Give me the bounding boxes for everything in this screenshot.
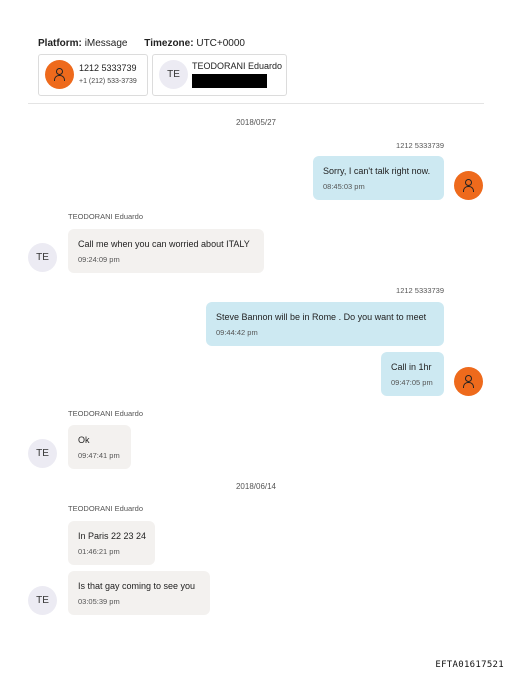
message-time: 09:24:09 pm <box>78 255 120 264</box>
person-icon <box>454 171 483 200</box>
message-text: Steve Bannon will be in Rome . Do you wa… <box>216 312 427 322</box>
message-bubble-incoming: Is that gay coming to see you 03:05:39 p… <box>68 571 210 615</box>
message-text: Ok <box>78 435 90 445</box>
person-icon <box>45 60 74 89</box>
person-icon <box>454 367 483 396</box>
participant-number: 1212 5333739 <box>79 63 137 73</box>
sender-label: TEODORANI Eduardo <box>68 409 144 418</box>
message-time: 09:44:42 pm <box>216 328 258 337</box>
participant-card-phone: 1212 5333739 +1 (212) 533-3739 <box>38 54 148 96</box>
participant-phone: +1 (212) 533-3739 <box>79 78 137 85</box>
message-time: 09:47:41 pm <box>78 451 120 460</box>
message-text: Sorry, I can't talk right now. <box>323 166 431 176</box>
platform-label: Platform: <box>38 38 82 49</box>
avatar-te: TE <box>159 60 188 89</box>
timezone-label: Timezone: <box>144 38 194 49</box>
message-bubble-incoming: In Paris 22 23 24 01:46:21 pm <box>68 521 155 565</box>
avatar-te: TE <box>28 439 57 468</box>
participant-name: TEODORANI Eduardo <box>192 61 283 71</box>
message-bubble-outgoing: Steve Bannon will be in Rome . Do you wa… <box>206 302 444 346</box>
message-text: In Paris 22 23 24 <box>78 531 147 541</box>
message-text: Call in 1hr <box>391 362 432 372</box>
message-bubble-incoming: Call me when you can worried about ITALY… <box>68 229 264 273</box>
header-divider <box>28 103 484 104</box>
sender-label: TEODORANI Eduardo <box>68 504 144 513</box>
date-separator: 2018/06/14 <box>235 482 277 491</box>
sender-label: 1212 5333739 <box>396 286 444 295</box>
platform-value: iMessage <box>84 38 128 49</box>
message-bubble-outgoing: Call in 1hr 09:47:05 pm <box>381 352 444 396</box>
message-bubble-outgoing: Sorry, I can't talk right now. 08:45:03 … <box>313 156 444 200</box>
message-time: 09:47:05 pm <box>391 378 433 387</box>
redaction-box <box>192 74 267 88</box>
avatar-te: TE <box>28 243 57 272</box>
timezone-value: UTC+0000 <box>196 38 245 49</box>
message-time: 08:45:03 pm <box>323 182 365 191</box>
sender-label: TEODORANI Eduardo <box>68 212 144 221</box>
message-text: Call me when you can worried about ITALY <box>78 239 250 249</box>
message-bubble-incoming: Ok 09:47:41 pm <box>68 425 131 469</box>
message-time: 01:46:21 pm <box>78 547 120 556</box>
avatar-te: TE <box>28 586 57 615</box>
document-id: EFTA01617521 <box>435 660 504 670</box>
message-text: Is that gay coming to see you <box>78 581 196 591</box>
sender-label: 1212 5333739 <box>396 141 444 150</box>
conversation-header: Platform: iMessage Timezone: UTC+0000 <box>38 38 245 49</box>
message-time: 03:05:39 pm <box>78 597 120 606</box>
date-separator: 2018/05/27 <box>235 118 277 127</box>
participant-card-teodorani: TE TEODORANI Eduardo <box>152 54 287 96</box>
